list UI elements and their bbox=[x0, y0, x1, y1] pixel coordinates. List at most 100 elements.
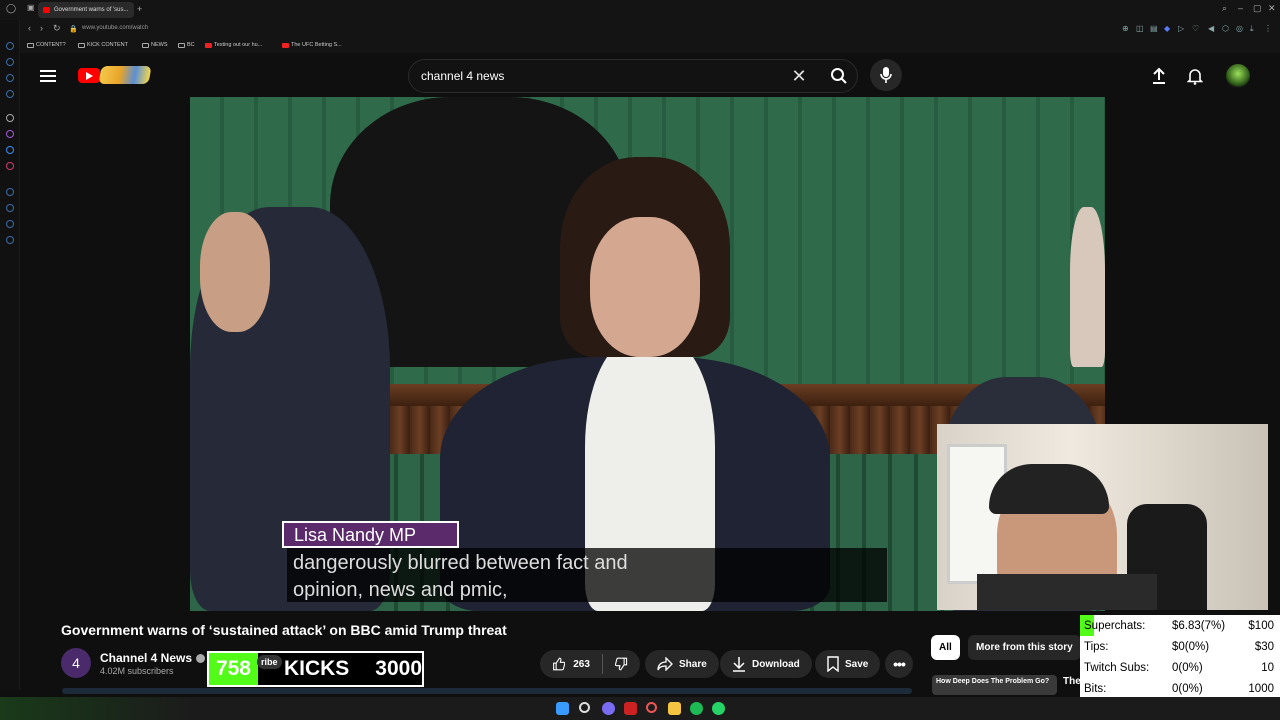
more-actions-button[interactable]: ••• bbox=[885, 650, 913, 678]
youtube-favicon-icon bbox=[282, 42, 289, 48]
sidebar-icon[interactable] bbox=[6, 114, 14, 122]
download-label: Download bbox=[752, 658, 800, 670]
sidebar-icon[interactable] bbox=[6, 220, 14, 228]
instagram-icon[interactable] bbox=[6, 162, 14, 170]
microphone-icon bbox=[880, 67, 892, 83]
channel-name[interactable]: Channel 4 News bbox=[100, 651, 192, 665]
camera-icon[interactable]: ◎ bbox=[1236, 24, 1243, 33]
file-explorer-icon[interactable] bbox=[668, 702, 681, 715]
sidebar-icon[interactable] bbox=[6, 74, 14, 82]
folder-icon bbox=[142, 42, 149, 48]
kicks-label: KICKS bbox=[283, 657, 350, 680]
goal-target: $30 bbox=[1254, 640, 1274, 653]
extensions-icon[interactable]: ⬡ bbox=[1222, 24, 1229, 33]
clear-search-icon[interactable]: ✕ bbox=[787, 66, 811, 88]
thumbs-down-icon[interactable] bbox=[614, 656, 628, 672]
browser-sidebar bbox=[0, 20, 20, 690]
chip-more-from-story[interactable]: More from this story bbox=[968, 635, 1081, 660]
goal-target: $100 bbox=[1248, 619, 1274, 632]
webcam-overlay bbox=[937, 424, 1268, 610]
caption-line: opinion, news and pmic, bbox=[293, 579, 508, 601]
video-figure bbox=[1070, 207, 1105, 367]
sidebar-icon[interactable] bbox=[6, 58, 14, 66]
forward-icon[interactable]: › bbox=[40, 23, 43, 33]
share-label: Share bbox=[679, 658, 707, 670]
zoom-icon[interactable]: ⊕ bbox=[1122, 24, 1129, 33]
close-window-icon[interactable]: ✕ bbox=[1268, 3, 1276, 14]
lower-third: Lisa Nandy MP bbox=[282, 521, 459, 548]
voice-search-button[interactable] bbox=[870, 59, 902, 91]
notifications-button[interactable] bbox=[1184, 65, 1206, 87]
bookmark-item[interactable]: CONTENT? bbox=[27, 42, 66, 48]
sidebar-icon[interactable] bbox=[6, 130, 14, 138]
url-field[interactable]: www.youtube.com/watch bbox=[82, 25, 148, 31]
save-button[interactable]: Save bbox=[815, 650, 881, 678]
recommended-title[interactable]: The bbox=[1063, 676, 1081, 687]
chip-all[interactable]: All bbox=[931, 635, 960, 660]
download-button[interactable]: Download bbox=[720, 650, 812, 678]
menu-dots-icon[interactable]: ⋮ bbox=[1264, 24, 1272, 33]
recommended-thumbnail[interactable]: How Deep Does The Problem Go? bbox=[932, 675, 1057, 695]
bookmark-item[interactable]: The UFC Betting S... bbox=[282, 42, 342, 48]
screenshot-icon[interactable]: ◫ bbox=[1136, 24, 1144, 33]
search-taskbar-icon[interactable] bbox=[579, 702, 590, 713]
new-tab-icon[interactable]: + bbox=[137, 4, 142, 14]
subscriber-count: 4.02M subscribers bbox=[100, 666, 174, 676]
sidebar-icon[interactable] bbox=[6, 236, 14, 244]
youtube-logo[interactable] bbox=[78, 66, 152, 86]
sidebar-icon[interactable] bbox=[6, 188, 14, 196]
tab-list-icon[interactable]: ▣ bbox=[27, 3, 35, 12]
bookmark-item[interactable]: KICK CONTENT bbox=[78, 42, 128, 48]
search-input[interactable] bbox=[421, 60, 781, 92]
goal-target: 1000 bbox=[1248, 682, 1274, 695]
sidebar-icon[interactable] bbox=[6, 42, 14, 50]
browser-icon[interactable] bbox=[646, 702, 657, 713]
video-figure bbox=[590, 217, 700, 357]
browser-tab-bar: ◯ ▣ Government warns of 'sus... + ⌕ – ▢ … bbox=[0, 0, 1280, 20]
youtube-header: ✕ bbox=[20, 53, 1280, 97]
extension-icon[interactable]: ▤ bbox=[1150, 24, 1158, 33]
taskbar bbox=[0, 697, 1280, 720]
search-tabs-icon[interactable]: ⌕ bbox=[1222, 3, 1227, 14]
goal-label: Superchats: bbox=[1084, 619, 1146, 632]
spotify-icon[interactable] bbox=[690, 702, 703, 715]
verified-icon bbox=[196, 653, 206, 663]
thumbs-up-icon[interactable] bbox=[552, 656, 566, 672]
share-button[interactable]: Share bbox=[645, 650, 719, 678]
bookmark-item[interactable]: BC bbox=[178, 42, 195, 48]
bookmark-item[interactable]: NEWS bbox=[142, 42, 168, 48]
maximize-icon[interactable]: ▢ bbox=[1253, 3, 1262, 14]
reload-icon[interactable]: ↻ bbox=[53, 23, 61, 34]
discord-icon[interactable] bbox=[602, 702, 615, 715]
subscribe-button[interactable]: ribe bbox=[257, 655, 282, 669]
more-dots-icon: ••• bbox=[893, 656, 906, 672]
search-button[interactable] bbox=[819, 60, 859, 92]
heart-icon[interactable]: ♡ bbox=[1192, 24, 1199, 33]
opera-icon[interactable] bbox=[624, 702, 637, 715]
sidebar-icon[interactable] bbox=[6, 204, 14, 212]
play-icon[interactable]: ▷ bbox=[1178, 24, 1184, 33]
upload-button[interactable] bbox=[1148, 65, 1170, 87]
speaker-icon[interactable]: ◀ bbox=[1208, 24, 1214, 33]
tab-active[interactable]: Government warns of 'sus... bbox=[38, 2, 134, 18]
whatsapp-icon[interactable] bbox=[712, 702, 725, 715]
sidebar-icon[interactable] bbox=[6, 90, 14, 98]
download-browser-icon[interactable]: ⤓ bbox=[1250, 24, 1254, 34]
address-bar: ‹ › ↻ 🔒 www.youtube.com/watch ⊕ ◫ ▤ ◆ ▷ … bbox=[0, 20, 1280, 38]
video-title: Government warns of ‘sustained attack’ o… bbox=[61, 622, 507, 638]
bookmark-item[interactable]: Testing out our hu... bbox=[205, 42, 262, 48]
menu-icon[interactable] bbox=[40, 70, 56, 82]
browser-logo-icon[interactable]: ◯ bbox=[6, 3, 16, 14]
minimize-icon[interactable]: – bbox=[1238, 3, 1243, 13]
avatar[interactable] bbox=[1226, 64, 1250, 88]
goal-label: Tips: bbox=[1084, 640, 1109, 653]
lock-icon: 🔒 bbox=[69, 26, 78, 33]
goal-row: Superchats: $6.83(7%) $100 bbox=[1080, 615, 1280, 636]
back-icon[interactable]: ‹ bbox=[28, 23, 31, 33]
channel-name-row[interactable]: Channel 4 News bbox=[100, 651, 206, 665]
channel-avatar[interactable]: 4 bbox=[61, 648, 91, 678]
start-icon[interactable] bbox=[556, 702, 569, 715]
like-count[interactable]: 263 bbox=[573, 659, 590, 670]
messenger-icon[interactable] bbox=[6, 146, 14, 154]
vpn-icon[interactable]: ◆ bbox=[1164, 24, 1170, 33]
